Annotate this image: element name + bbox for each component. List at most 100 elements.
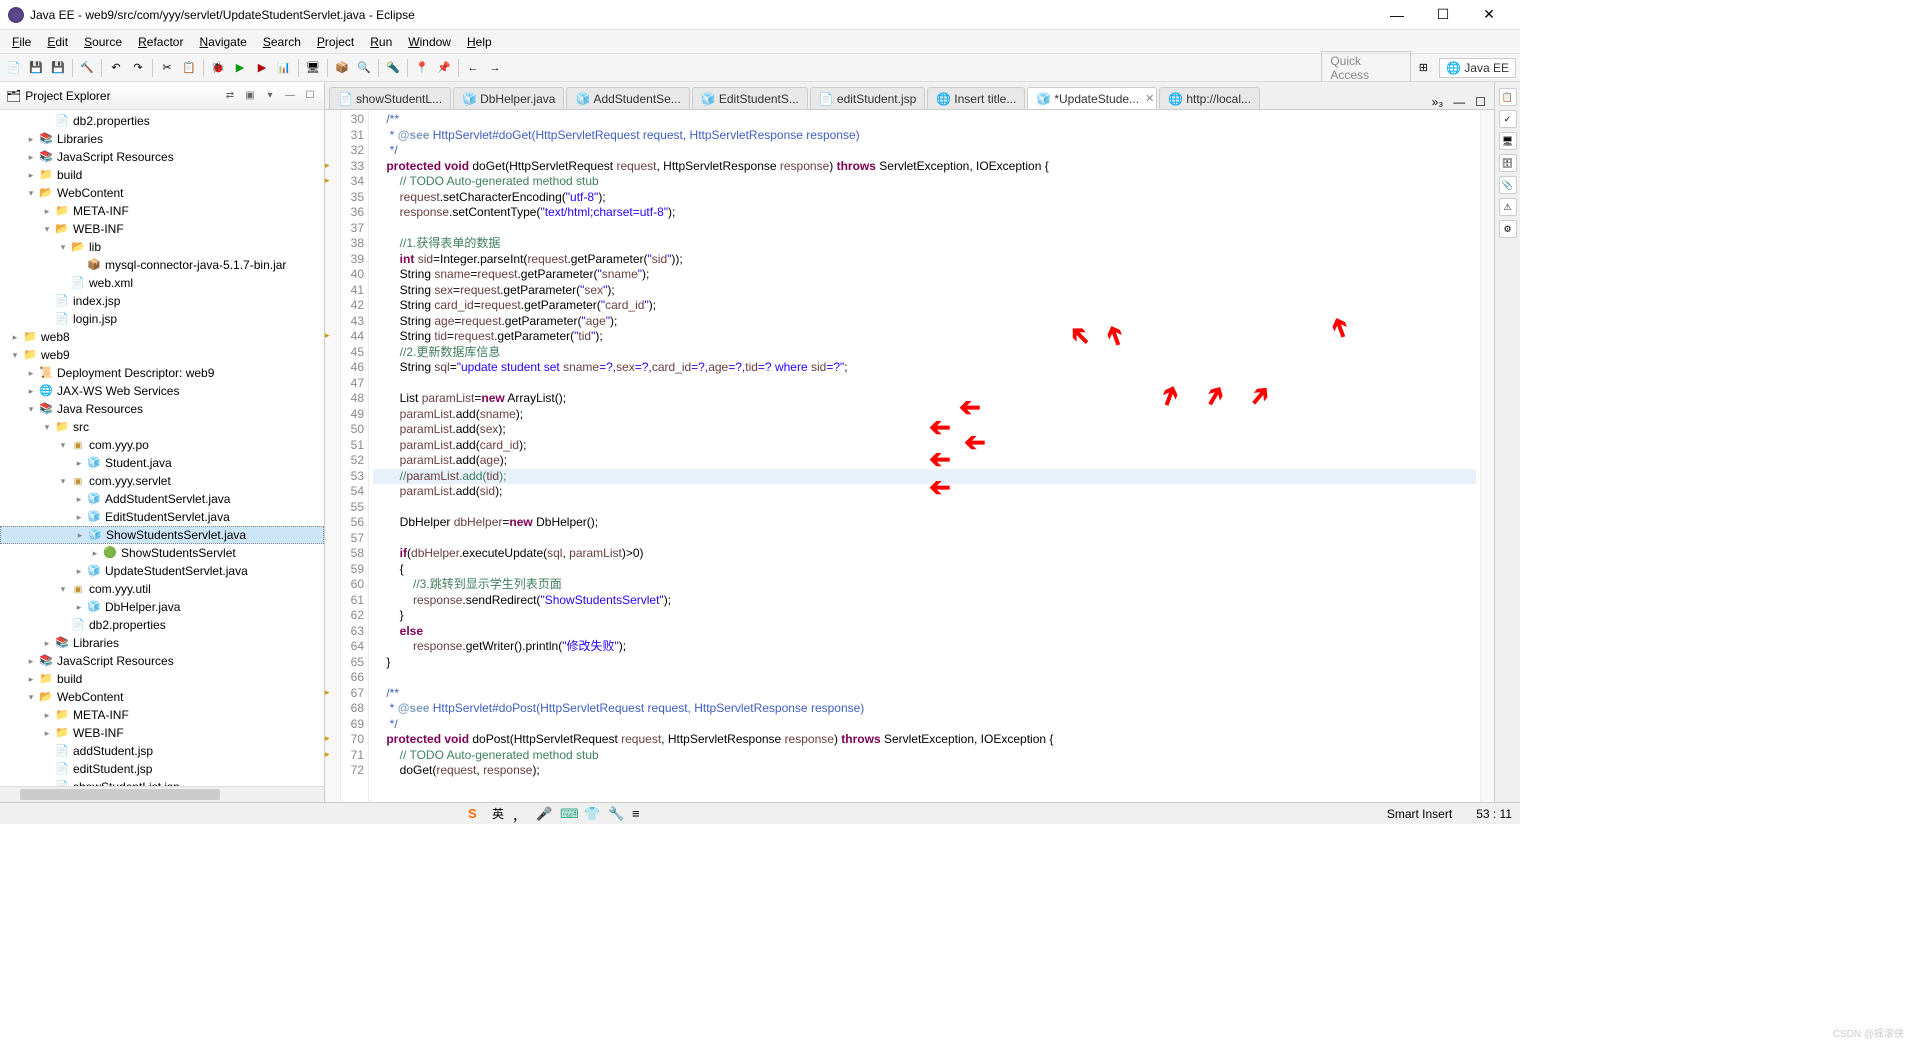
twisty-icon[interactable]: ▸ [24, 386, 38, 397]
close-tab-icon[interactable]: ✕ [1145, 92, 1154, 105]
menu-run[interactable]: Run [362, 33, 400, 51]
editor-tab[interactable]: 🧊EditStudentS... [692, 87, 808, 109]
run-button[interactable]: ▶ [230, 58, 250, 78]
twisty-icon[interactable]: ▾ [56, 440, 70, 451]
twisty-icon[interactable]: ▾ [56, 476, 70, 487]
properties-icon[interactable]: ⚙ [1499, 220, 1517, 238]
twisty-icon[interactable]: ▸ [8, 332, 22, 343]
tree-item[interactable]: ▸📁WEB-INF [0, 724, 324, 742]
max-editor-icon[interactable]: ☐ [1471, 95, 1490, 109]
twisty-icon[interactable]: ▸ [24, 152, 38, 163]
tree-item[interactable]: ▸📚Libraries [0, 130, 324, 148]
open-type-button[interactable]: 🔍 [354, 58, 374, 78]
servers-view-icon[interactable]: 🖥 [1499, 132, 1517, 150]
editor-tab[interactable]: 🧊AddStudentSe... [566, 87, 689, 109]
new-button[interactable]: 📄 [4, 58, 24, 78]
tree-item[interactable]: ▾📚Java Resources [0, 400, 324, 418]
twisty-icon[interactable]: ▾ [56, 584, 70, 595]
pin-button[interactable]: 📌 [434, 58, 454, 78]
twisty-icon[interactable]: ▸ [72, 458, 86, 469]
tree-item[interactable]: ▾📂WebContent [0, 184, 324, 202]
coverage-button[interactable]: 📊 [274, 58, 294, 78]
tree-item[interactable]: ▸🧊ShowStudentsServlet.java [0, 526, 324, 544]
tree-item[interactable]: ▸📁build [0, 166, 324, 184]
close-button[interactable]: ✕ [1466, 0, 1512, 30]
tree-item[interactable]: 📄db2.properties [0, 616, 324, 634]
quick-access-input[interactable]: Quick Access [1321, 51, 1411, 85]
twisty-icon[interactable]: ▸ [24, 170, 38, 181]
code-editor[interactable]: /** * @see HttpServlet#doGet(HttpServlet… [369, 110, 1480, 802]
ime-punct-icon[interactable]: ， [512, 806, 528, 822]
tree-item[interactable]: 📄showStudentList.jsp [0, 778, 324, 786]
menu-help[interactable]: Help [459, 33, 500, 51]
tree-item[interactable]: ▸📚JavaScript Resources [0, 148, 324, 166]
search-button[interactable]: 🔦 [383, 58, 403, 78]
tree-item[interactable]: ▸🧊EditStudentServlet.java [0, 508, 324, 526]
maximize-view-icon[interactable]: ☐ [302, 88, 318, 104]
twisty-icon[interactable]: ▾ [24, 404, 38, 415]
twisty-icon[interactable]: ▾ [56, 242, 70, 253]
tree-item[interactable]: ▸📚Libraries [0, 634, 324, 652]
tree-item[interactable]: ▸🧊AddStudentServlet.java [0, 490, 324, 508]
editor-tab[interactable]: 🌐Insert title... [927, 87, 1025, 109]
new-package-button[interactable]: 📦 [332, 58, 352, 78]
ime-mic-icon[interactable]: 🎤 [536, 806, 552, 822]
tree-item[interactable]: ▸🧊Student.java [0, 454, 324, 472]
twisty-icon[interactable]: ▸ [40, 638, 54, 649]
collapse-icon[interactable]: ▣ [242, 88, 258, 104]
project-tree[interactable]: 📄db2.properties▸📚Libraries▸📚JavaScript R… [0, 110, 324, 786]
link-editor-icon[interactable]: ⇄ [222, 88, 238, 104]
tree-item[interactable]: ▸📚JavaScript Resources [0, 652, 324, 670]
undo-icon[interactable]: ↶ [106, 58, 126, 78]
twisty-icon[interactable]: ▸ [40, 710, 54, 721]
open-perspective-button[interactable]: ⊞ [1413, 58, 1433, 78]
view-menu-icon[interactable]: ▾ [262, 88, 278, 104]
twisty-icon[interactable]: ▾ [40, 422, 54, 433]
copy-icon[interactable]: 📋 [179, 58, 199, 78]
ime-menu-icon[interactable]: ≡ [632, 806, 648, 822]
tree-item[interactable]: ▾📁web9 [0, 346, 324, 364]
editor-tab[interactable]: 📄editStudent.jsp [810, 87, 925, 109]
snippets-icon[interactable]: 📎 [1499, 176, 1517, 194]
toggle-breadcrumb[interactable]: 📍 [412, 58, 432, 78]
data-source-icon[interactable]: 🗄 [1499, 154, 1517, 172]
tree-item[interactable]: ▾📂lib [0, 238, 324, 256]
maximize-button[interactable]: ☐ [1420, 0, 1466, 30]
tree-item[interactable]: ▸📜Deployment Descriptor: web9 [0, 364, 324, 382]
tree-item[interactable]: ▸📁META-INF [0, 706, 324, 724]
twisty-icon[interactable]: ▸ [24, 134, 38, 145]
menu-edit[interactable]: Edit [39, 33, 76, 51]
tree-item[interactable]: ▸🟢ShowStudentsServlet [0, 544, 324, 562]
menu-refactor[interactable]: Refactor [130, 33, 191, 51]
tree-item[interactable]: 📄addStudent.jsp [0, 742, 324, 760]
minimize-button[interactable]: — [1374, 0, 1420, 30]
twisty-icon[interactable]: ▸ [73, 530, 87, 541]
tree-item[interactable]: 📄index.jsp [0, 292, 324, 310]
twisty-icon[interactable]: ▸ [72, 494, 86, 505]
tab-list-icon[interactable]: »₃ [1428, 95, 1448, 109]
twisty-icon[interactable]: ▸ [40, 206, 54, 217]
menu-file[interactable]: File [4, 33, 39, 51]
build-button[interactable]: 🔨 [77, 58, 97, 78]
min-editor-icon[interactable]: — [1449, 95, 1469, 109]
twisty-icon[interactable]: ▾ [24, 692, 38, 703]
tree-item[interactable]: ▸📁web8 [0, 328, 324, 346]
twisty-icon[interactable]: ▾ [24, 188, 38, 199]
explorer-hscroll[interactable] [0, 786, 324, 802]
task-list-icon[interactable]: ✓ [1499, 110, 1517, 128]
tree-item[interactable]: ▾▣com.yyy.util [0, 580, 324, 598]
tree-item[interactable]: ▾📂WebContent [0, 688, 324, 706]
menu-source[interactable]: Source [76, 33, 130, 51]
run-last-button[interactable]: ▶ [252, 58, 272, 78]
twisty-icon[interactable]: ▸ [88, 548, 102, 559]
back-button[interactable]: ← [463, 58, 483, 78]
cut-icon[interactable]: ✂ [157, 58, 177, 78]
menu-project[interactable]: Project [309, 33, 362, 51]
overview-ruler[interactable] [1480, 110, 1494, 802]
editor-tab[interactable]: 🧊DbHelper.java [453, 87, 564, 109]
tree-item[interactable]: 📄login.jsp [0, 310, 324, 328]
tree-item[interactable]: 📦mysql-connector-java-5.1.7-bin.jar [0, 256, 324, 274]
new-server-button[interactable]: 🖥 [303, 58, 323, 78]
twisty-icon[interactable]: ▸ [24, 368, 38, 379]
tree-item[interactable]: ▾▣com.yyy.servlet [0, 472, 324, 490]
